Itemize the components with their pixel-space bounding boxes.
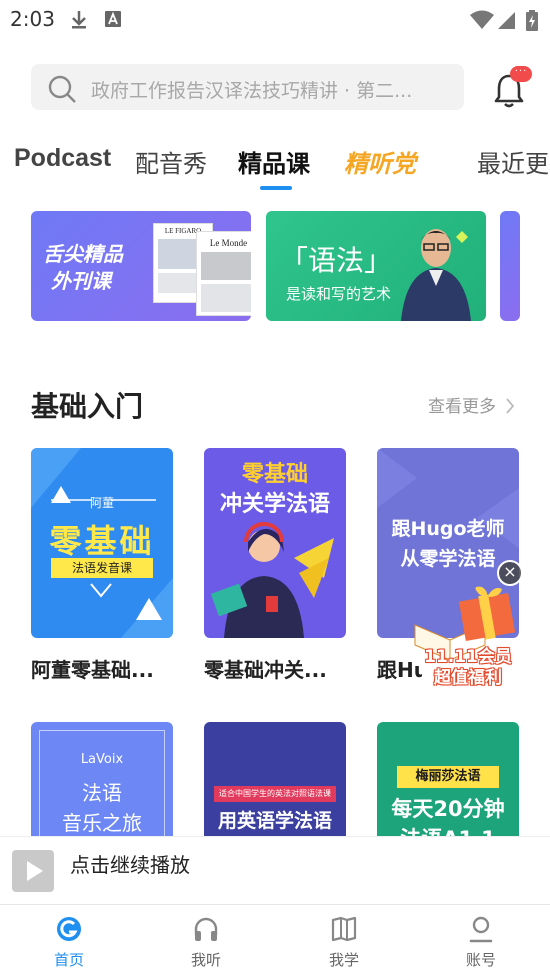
promo-line2: 超值福利 bbox=[434, 668, 502, 688]
active-tab-indicator bbox=[260, 186, 292, 190]
cover-title: 每天20分钟 法语A1.1 bbox=[377, 794, 519, 842]
cover-big-text: 零基础 bbox=[49, 522, 155, 560]
search-placeholder: 政府工作报告汉译法技巧精讲 · 第二... bbox=[91, 80, 413, 102]
banner-grammar-subtitle: 是读和写的艺术 bbox=[286, 285, 392, 303]
nav-account-label: 账号 bbox=[465, 951, 496, 969]
section-title: 基础入门 bbox=[31, 390, 144, 423]
course-card-english-french[interactable]: 适合中国学生的英法对照语法课 用英语学法语 bbox=[204, 722, 346, 842]
cover-title-highlight: 零基础 bbox=[241, 462, 308, 487]
course-card-adong[interactable]: 阿董 零基础 法语发音课 bbox=[31, 448, 173, 638]
nav-listen[interactable]: 我听 bbox=[171, 915, 241, 970]
see-more-link[interactable]: 查看更多 bbox=[428, 392, 515, 417]
search-icon bbox=[48, 75, 76, 103]
category-tabs: Podcast 配音秀 精品课 精听党 最近更 bbox=[0, 140, 550, 192]
newspaper-image-2: Le Monde bbox=[196, 231, 251, 316]
battery-icon bbox=[526, 10, 538, 31]
banner-title: 舌尖精品 外刊课 bbox=[43, 241, 123, 295]
nav-account[interactable]: 账号 bbox=[446, 915, 516, 970]
close-promo-button[interactable]: × bbox=[497, 560, 523, 586]
tab-dubbing[interactable]: 配音秀 bbox=[135, 144, 207, 179]
cover-tag: 法语发音课 bbox=[51, 558, 153, 578]
tab-intensive-listening[interactable]: 精听党 bbox=[344, 144, 416, 179]
banner-next-peek[interactable] bbox=[500, 211, 520, 321]
player-prompt: 点击继续播放 bbox=[70, 853, 190, 877]
promo-gift[interactable]: 11.11会员 超值福利 bbox=[410, 585, 525, 695]
status-time: 2:03 bbox=[10, 7, 55, 31]
cover-title-line1: 每天20分钟 bbox=[391, 797, 505, 821]
nav-home-label: 首页 bbox=[53, 951, 84, 969]
chevron-right-icon bbox=[506, 398, 515, 414]
nav-learn[interactable]: 我学 bbox=[309, 915, 379, 970]
cover-title: 法语 音乐之旅 bbox=[31, 778, 173, 838]
download-icon bbox=[72, 11, 86, 29]
mini-player[interactable]: 点击继续播放 bbox=[0, 836, 550, 904]
student-illustration bbox=[210, 522, 334, 638]
cover-tag: 梅丽莎法语 bbox=[397, 766, 499, 788]
signal-icon bbox=[498, 12, 515, 29]
cover-title-line1: 跟Hugo老师 bbox=[391, 518, 505, 540]
notification-badge: ··· bbox=[510, 66, 532, 82]
wifi-icon bbox=[470, 10, 494, 29]
play-icon bbox=[27, 861, 43, 881]
book-icon bbox=[331, 916, 357, 942]
banner-foreign-press[interactable]: 舌尖精品 外刊课 LE FIGARO Le Monde bbox=[31, 211, 251, 321]
teacher-photo bbox=[401, 229, 471, 321]
notification-button[interactable]: ··· bbox=[490, 66, 532, 108]
course-card-melissa[interactable]: 梅丽莎法语 每天20分钟 法语A1.1 bbox=[377, 722, 519, 842]
tab-podcast[interactable]: Podcast bbox=[14, 144, 111, 173]
banner-title-line2: 外刊课 bbox=[51, 269, 111, 293]
course-card-zero-basic[interactable]: 零基础 冲关学法语 bbox=[204, 448, 346, 638]
cover-title-line1: 零基础 bbox=[204, 460, 346, 490]
cover-title: 用英语学法语 bbox=[217, 810, 332, 832]
search-bar[interactable]: 政府工作报告汉译法技巧精讲 · 第二... bbox=[31, 64, 464, 110]
course-card-lavoix[interactable]: LaVoix 法语 音乐之旅 bbox=[31, 722, 173, 842]
nav-learn-label: 我学 bbox=[328, 951, 359, 969]
nav-home[interactable]: 首页 bbox=[34, 915, 104, 970]
promo-text: 11.11会员 超值福利 bbox=[416, 647, 520, 689]
cover-title-line1: 法语 bbox=[82, 781, 122, 805]
tab-recent[interactable]: 最近更 bbox=[477, 144, 549, 179]
see-more-label: 查看更多 bbox=[428, 397, 496, 417]
cover-brand: LaVoix bbox=[80, 752, 124, 767]
cover-title-line2: 冲关学法语 bbox=[219, 492, 330, 517]
tab-premium-courses[interactable]: 精品课 bbox=[238, 144, 310, 179]
course-title[interactable]: 阿董零基础... bbox=[31, 654, 161, 683]
status-bar: 2:03 bbox=[0, 0, 550, 40]
cover-title: 跟Hugo老师 从零学法语 bbox=[377, 514, 519, 574]
home-icon bbox=[57, 917, 81, 941]
nav-listen-label: 我听 bbox=[190, 951, 221, 969]
player-thumbnail[interactable] bbox=[12, 850, 54, 892]
newspaper-name-2: Le Monde bbox=[209, 238, 248, 248]
cover-tag: 适合中国学生的英法对照语法课 bbox=[214, 786, 336, 802]
promo-line1: 11.11会员 bbox=[424, 647, 512, 667]
headphones-icon bbox=[194, 917, 218, 941]
cover-title: 零基础 冲关学法语 bbox=[204, 460, 346, 520]
cover-title-line2: 音乐之旅 bbox=[62, 811, 142, 835]
banner-grammar-title: 「语法」 bbox=[280, 244, 393, 277]
banner-grammar[interactable]: 「语法」 是读和写的艺术 bbox=[266, 211, 486, 321]
course-title[interactable]: 零基础冲关... bbox=[204, 654, 334, 683]
account-icon bbox=[469, 916, 493, 943]
bottom-navigation: 首页 我听 我学 账号 bbox=[0, 904, 550, 979]
banner-title-line1: 舌尖精品 bbox=[43, 242, 123, 266]
a-icon bbox=[105, 11, 121, 27]
cover-small-text: 阿董 bbox=[89, 496, 114, 510]
